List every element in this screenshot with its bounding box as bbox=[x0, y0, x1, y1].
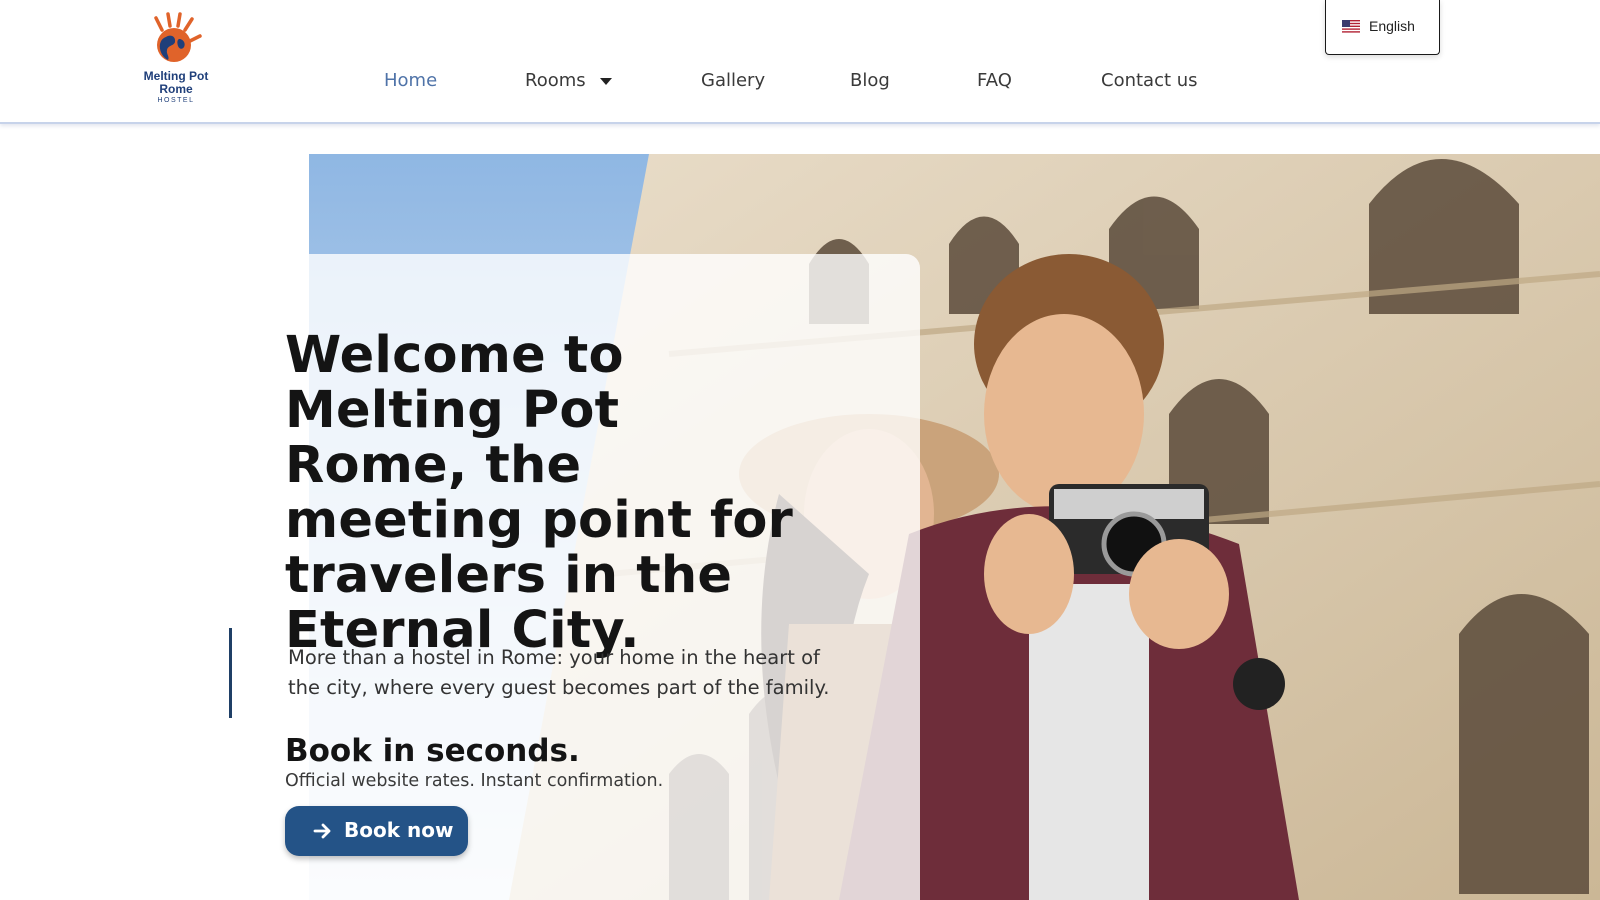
arrow-right-icon bbox=[313, 823, 331, 839]
chevron-down-icon bbox=[599, 77, 612, 85]
book-subtitle: Official website rates. Instant confirma… bbox=[285, 771, 664, 791]
quote-divider bbox=[229, 628, 232, 718]
logo-text-line2: Rome bbox=[159, 82, 193, 96]
nav-contact[interactable]: Contact us bbox=[1101, 70, 1198, 102]
hero-subtext: More than a hostel in Rome: your home in… bbox=[288, 646, 830, 699]
nav-rooms[interactable]: Rooms bbox=[525, 70, 612, 102]
book-now-button[interactable]: Book now bbox=[285, 806, 468, 856]
site-header: Melting Pot Rome HOSTEL Home Rooms Galle… bbox=[0, 0, 1600, 124]
language-selector[interactable]: English bbox=[1325, 0, 1440, 55]
nav-home[interactable]: Home bbox=[384, 70, 437, 102]
logo-text-line3: HOSTEL bbox=[157, 97, 195, 104]
hand-globe-logo-icon bbox=[154, 12, 202, 62]
nav-gallery[interactable]: Gallery bbox=[701, 70, 765, 102]
us-flag-icon bbox=[1342, 20, 1360, 33]
hero-headline: Welcome to Melting Pot Rome, the meeting… bbox=[285, 326, 793, 660]
site-logo[interactable]: Melting Pot Rome HOSTEL bbox=[128, 12, 224, 112]
nav-blog[interactable]: Blog bbox=[850, 70, 890, 102]
book-now-label: Book now bbox=[344, 818, 454, 842]
book-title: Book in seconds. bbox=[285, 733, 580, 769]
nav-rooms-label: Rooms bbox=[525, 70, 586, 91]
nav-faq[interactable]: FAQ bbox=[977, 70, 1012, 102]
language-label: English bbox=[1369, 18, 1415, 34]
